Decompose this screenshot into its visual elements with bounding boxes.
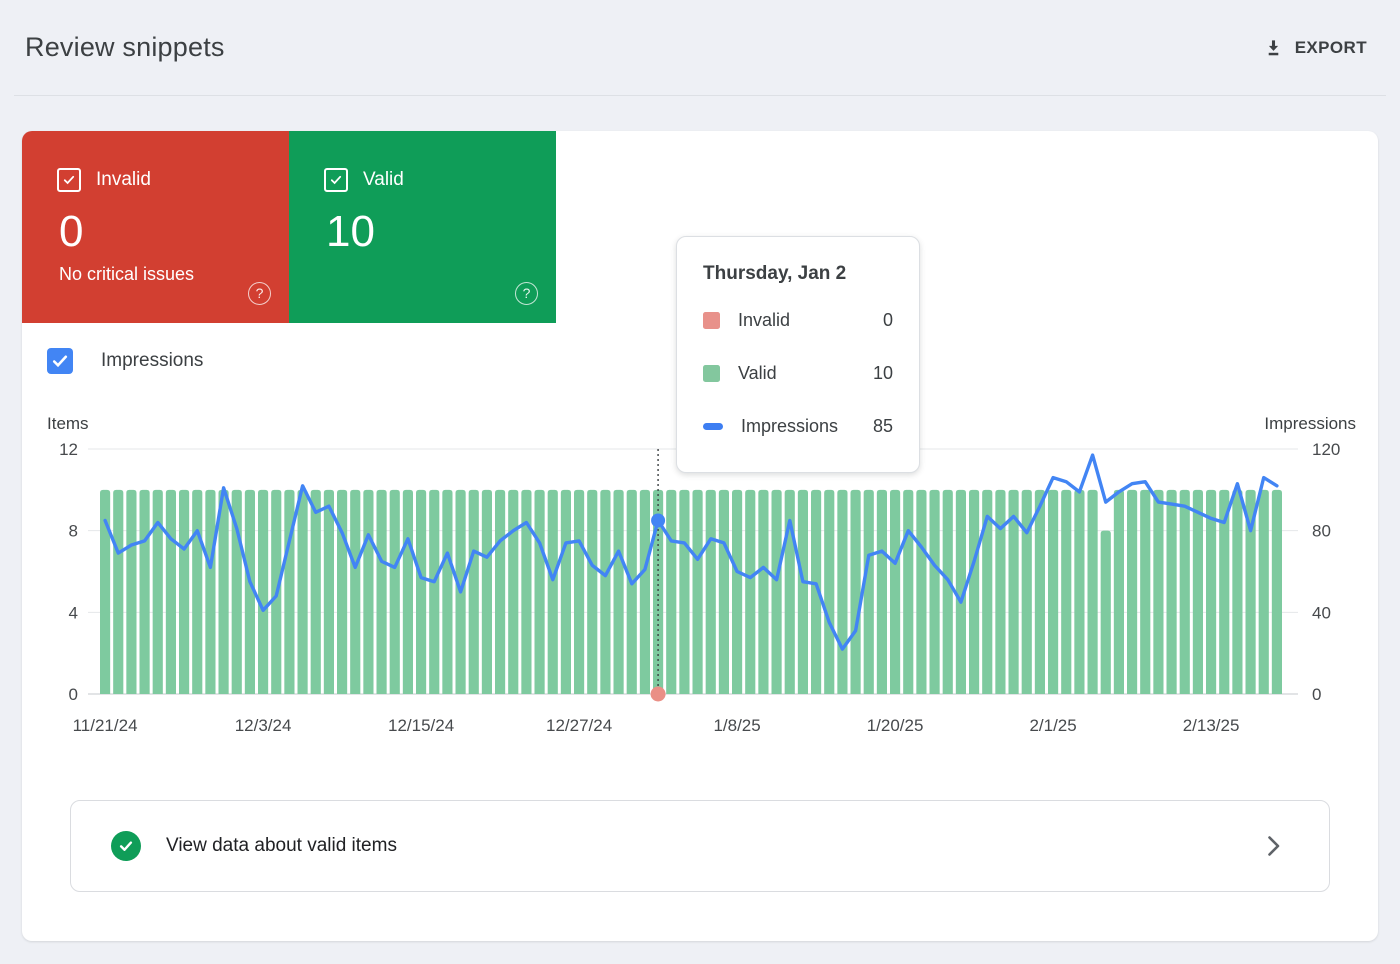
tooltip-label: Impressions	[741, 416, 838, 437]
tooltip-value: 10	[873, 363, 893, 384]
invalid-swatch	[703, 312, 720, 329]
invalid-filter-card[interactable]: Invalid 0 No critical issues ?	[22, 131, 289, 323]
impressions-label: Impressions	[101, 350, 203, 372]
valid-check-icon	[111, 831, 141, 861]
impressions-swatch	[703, 423, 723, 430]
svg-text:Items: Items	[47, 414, 89, 433]
impressions-checkbox[interactable]	[47, 348, 73, 374]
tooltip-value: 85	[873, 416, 893, 437]
svg-text:1/8/25: 1/8/25	[713, 716, 760, 735]
impressions-toggle[interactable]: Impressions	[47, 348, 203, 374]
svg-text:40: 40	[1312, 603, 1331, 622]
valid-count: 10	[326, 207, 375, 257]
svg-text:11/21/24: 11/21/24	[73, 716, 138, 735]
tooltip-value: 0	[883, 310, 893, 331]
tooltip-date: Thursday, Jan 2	[703, 263, 893, 285]
tooltip-label: Invalid	[738, 310, 790, 331]
svg-text:2/1/25: 2/1/25	[1029, 716, 1076, 735]
svg-text:120: 120	[1312, 440, 1340, 459]
svg-text:80: 80	[1312, 522, 1331, 541]
svg-text:4: 4	[69, 603, 78, 622]
invalid-subtitle: No critical issues	[59, 264, 194, 285]
check-icon	[117, 837, 135, 855]
check-icon	[330, 174, 342, 186]
svg-text:12/15/24: 12/15/24	[388, 716, 454, 735]
svg-text:12/27/24: 12/27/24	[546, 716, 612, 735]
valid-checkbox[interactable]	[324, 168, 348, 192]
tooltip-label: Valid	[738, 363, 777, 384]
view-valid-items-row[interactable]: View data about valid items	[70, 800, 1330, 892]
help-icon[interactable]: ?	[248, 282, 271, 305]
tooltip-row-valid: Valid 10	[703, 347, 893, 400]
valid-label: Valid	[363, 169, 404, 191]
invalid-label: Invalid	[96, 169, 151, 191]
svg-text:8: 8	[69, 522, 78, 541]
help-icon[interactable]: ?	[515, 282, 538, 305]
svg-text:2/13/25: 2/13/25	[1183, 716, 1240, 735]
invalid-count: 0	[59, 207, 83, 257]
svg-text:12: 12	[59, 440, 78, 459]
svg-text:0: 0	[69, 685, 78, 704]
svg-text:0: 0	[1312, 685, 1321, 704]
valid-filter-card[interactable]: Valid 10 ?	[289, 131, 556, 323]
tooltip-row-invalid: Invalid 0	[703, 294, 893, 347]
chart-tooltip: Thursday, Jan 2 Invalid 0 Valid 10 Impre…	[676, 236, 920, 473]
invalid-checkbox[interactable]	[57, 168, 81, 192]
svg-text:12/3/24: 12/3/24	[235, 716, 292, 735]
view-valid-items-label: View data about valid items	[166, 835, 397, 857]
valid-swatch	[703, 365, 720, 382]
check-icon	[51, 352, 69, 370]
svg-text:1/20/25: 1/20/25	[867, 716, 924, 735]
tooltip-row-impressions: Impressions 85	[703, 400, 893, 453]
chevron-right-icon	[1267, 835, 1281, 857]
svg-text:Impressions: Impressions	[1264, 414, 1356, 433]
review-snippets-page: { "page": { "title": "Review snippets", …	[0, 0, 1400, 964]
check-icon	[63, 174, 75, 186]
